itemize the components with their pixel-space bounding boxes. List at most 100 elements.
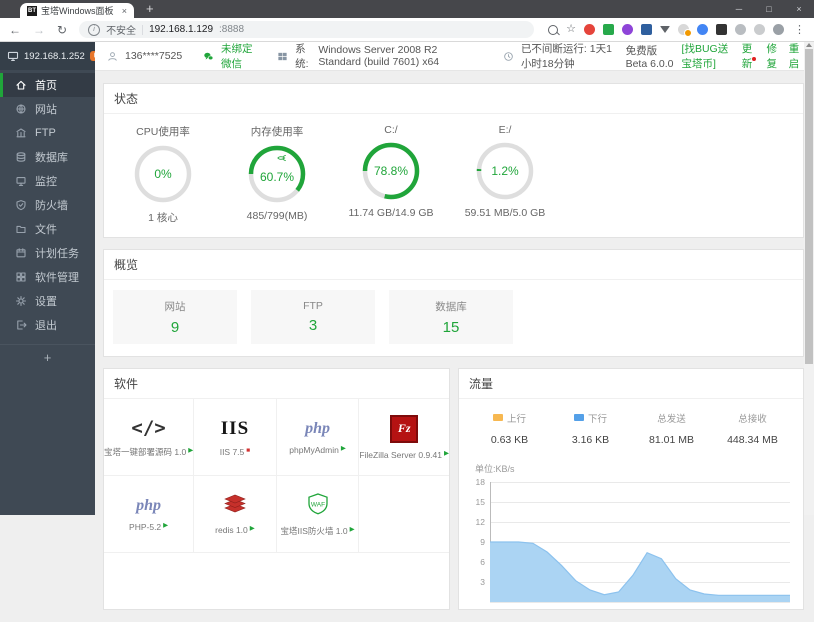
gauge-label: E:/ [498,124,512,136]
update-link-label: 更新 [741,43,753,70]
status-gauges: CPU使用率 0% 1 核心 内存使用率 60.7% 485/799(MB) C… [104,114,803,237]
back-button[interactable]: ← [9,24,21,36]
extension-icon[interactable] [660,26,670,33]
code-icon: </> [131,416,166,439]
forward-button[interactable]: → [33,24,45,36]
browser-tab[interactable]: BT 宝塔Windows面板 × [20,3,134,18]
software-item-phpmyadmin[interactable]: php phpMyAdmin ▶ [276,399,360,476]
sidebar-item-label: 软件管理 [35,272,79,284]
running-icon: ▶ [340,445,346,453]
app-grid-icon [16,272,26,282]
traffic-value: 81.01 MB [649,434,694,446]
sidebar-menu: 首页 网站 FTP 数据库 监控 防火墙 文件 计划任务 软件管理 设置 退出 [0,70,95,337]
address-bar[interactable]: i 不安全 192.168.1.129:8888 [79,21,535,38]
traffic-title: 流量 [459,369,803,399]
sidebar-item-home[interactable]: 首页 [0,73,95,97]
sidebar-item-cron[interactable]: 计划任务 [0,241,95,265]
scrollbar-thumb[interactable] [805,49,813,364]
browser-menu-button[interactable]: ⋮ [794,23,805,36]
restart-link[interactable]: 重启 [789,41,802,71]
gauge-label: CPU使用率 [136,126,190,138]
traffic-down: 下行 3.16 KB [550,409,631,446]
overview-websites[interactable]: 网站 9 [113,290,237,344]
cpu-gauge: CPU使用率 0% 1 核心 [106,124,220,225]
zoom-icon[interactable] [548,24,559,35]
minimize-button[interactable]: ─ [724,0,754,18]
system-label: 系统: [295,43,309,70]
y-tick: 12 [475,517,485,527]
traffic-total-sent: 总发送 81.01 MB [631,409,712,446]
software-name: 宝塔一键部署源码 1.0 [104,446,187,457]
running-icon: ▶ [444,450,449,458]
php-icon: php [305,419,330,437]
monitor-icon [7,51,19,61]
overview-value: 3 [308,317,318,334]
software-grid: </> 宝塔一键部署源码 1.0 ▶ IIS IIS 7.5 ■ php phpMy… [104,399,449,553]
overview-label: 数据库 [435,300,467,313]
page-scrollbar[interactable] [804,42,814,515]
extension-icon[interactable] [716,24,727,35]
extension-icon[interactable] [735,24,746,35]
tab-close-icon[interactable]: × [122,6,127,16]
profile-avatar[interactable] [773,24,784,35]
wechat-bind-link[interactable]: 未绑定微信 [221,41,256,71]
sidebar-item-firewall[interactable]: 防火墙 [0,193,95,217]
extension-icon[interactable] [754,24,765,35]
calendar-icon [16,248,26,258]
sidebar-item-ftp[interactable]: FTP [0,121,95,145]
sidebar-item-settings[interactable]: 设置 [0,289,95,313]
bug-reward-link[interactable]: [找BUG送宝塔币] [682,41,733,71]
software-item-filezilla[interactable]: Fz FileZilla Server 0.9.41 ▶ [359,399,449,476]
redis-icon [224,494,246,512]
site-info-icon[interactable]: i [88,23,101,36]
sidebar-item-label: 首页 [35,80,57,92]
windows-icon [278,52,287,60]
status-title: 状态 [104,84,803,114]
php-icon: php [136,496,162,514]
extension-icon[interactable] [641,24,652,35]
sidebar-item-logout[interactable]: 退出 [0,313,95,337]
update-link[interactable]: 更新 [742,41,758,71]
traffic-label: 总发送 [657,413,686,425]
y-tick: 18 [475,477,485,487]
bookmark-star-icon[interactable]: ☆ [566,24,576,35]
uptime-text: 已不间断运行: 1天1小时18分钟 [520,43,612,70]
area-fill [490,542,790,602]
traffic-total-received: 总接收 448.34 MB [712,409,793,446]
sidebar-item-websites[interactable]: 网站 [0,97,95,121]
maximize-button[interactable]: □ [754,0,784,18]
close-button[interactable]: × [784,0,814,18]
extension-icon[interactable] [603,24,614,35]
update-available-dot [752,57,757,61]
software-name: phpMyAdmin [289,444,339,455]
sidebar-item-label: 监控 [35,176,57,188]
extension-icon[interactable] [697,24,708,35]
software-name: 宝塔IIS防火墙 1.0 [280,525,348,536]
disk-e-gauge: E:/ 1.2% 59.51 MB/5.0 GB [448,124,562,225]
main-content: 状态 CPU使用率 0% 1 核心 内存使用率 60.7% 485/799(MB… [95,70,804,621]
y-tick: 9 [480,537,485,547]
extension-icon [678,24,692,37]
sidebar-item-database[interactable]: 数据库 [0,145,95,169]
overview-database[interactable]: 数据库 15 [389,290,513,344]
sidebar-add-button[interactable]: + [0,344,95,369]
running-icon: ▶ [163,522,169,530]
sidebar-item-files[interactable]: 文件 [0,217,95,241]
extension-icon[interactable] [584,24,595,35]
overview-ftp[interactable]: FTP 3 [251,290,375,344]
sidebar-item-software[interactable]: 软件管理 [0,265,95,289]
software-item-bt-deploy[interactable]: </> 宝塔一键部署源码 1.0 ▶ [104,399,195,476]
repair-link[interactable]: 修复 [767,41,780,71]
software-item-iis[interactable]: IIS IIS 7.5 ■ [194,399,277,476]
new-tab-button[interactable]: + [146,2,154,16]
username: 136****7525 [125,50,183,62]
sidebar-item-label: 防火墙 [35,200,68,212]
overview-title: 概览 [104,250,803,280]
scroll-up-arrow[interactable] [806,43,812,47]
reload-button[interactable]: ↻ [57,24,67,36]
up-legend-swatch [492,414,503,422]
filezilla-icon: Fz [390,414,419,443]
extension-icon[interactable] [622,24,633,35]
sidebar-item-monitor[interactable]: 监控 [0,169,95,193]
software-name: redis 1.0 [215,524,248,535]
